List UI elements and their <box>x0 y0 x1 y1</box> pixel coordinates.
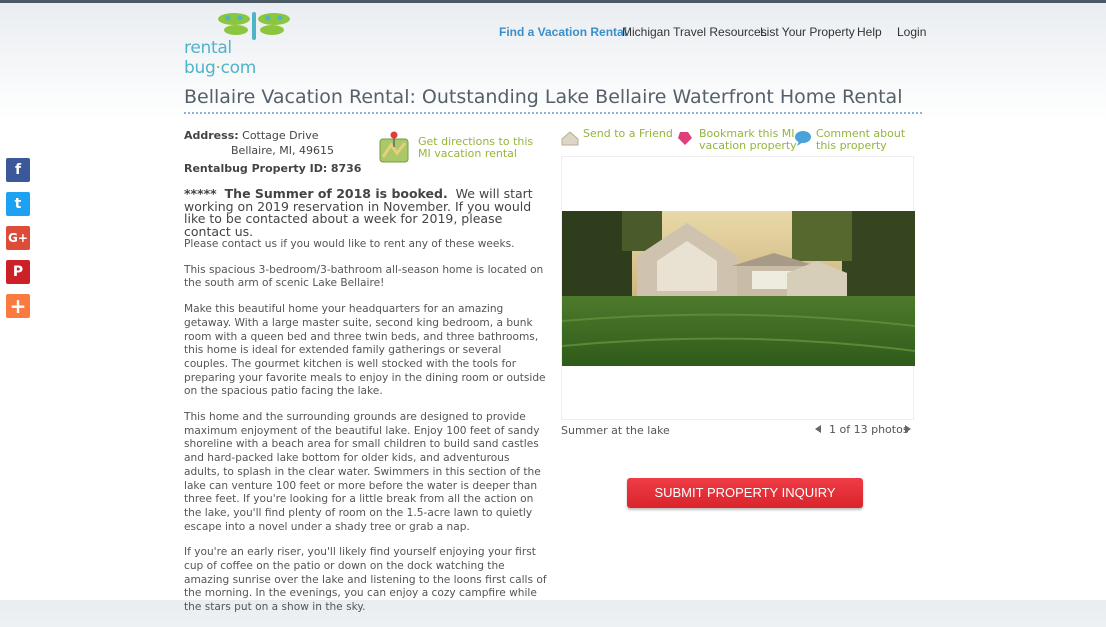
facebook-share-icon[interactable]: f <box>6 158 30 182</box>
address-line2: Bellaire, MI, 49615 <box>231 144 334 157</box>
previous-photo-icon[interactable] <box>815 425 821 433</box>
next-photo-icon[interactable] <box>905 425 911 433</box>
photo-counter: 1 of 13 photos <box>829 423 909 436</box>
nav-michigan-travel-resources[interactable]: Michigan Travel Resources <box>622 25 767 39</box>
description-paragraph: If you're an early riser, you'll likely … <box>184 546 547 614</box>
nav-list-your-property[interactable]: List Your Property <box>760 25 855 39</box>
logo-wordmark: rental bug·com <box>184 38 256 78</box>
top-border <box>0 0 1106 3</box>
property-id: Rentalbug Property ID: 8736 <box>184 162 362 175</box>
address-line1: Cottage Drive <box>242 129 319 142</box>
map-pin-icon[interactable] <box>379 131 409 163</box>
nav-login[interactable]: Login <box>897 25 926 39</box>
description-paragraph: Make this beautiful home your headquarte… <box>184 303 546 398</box>
directions-link[interactable]: Get directions to this MI vacation renta… <box>418 136 538 160</box>
pinterest-share-icon[interactable]: P <box>6 260 30 284</box>
envelope-icon <box>561 131 579 146</box>
nav-help[interactable]: Help <box>857 25 882 39</box>
address-label: Address: <box>184 129 239 142</box>
submit-inquiry-button[interactable]: SUBMIT PROPERTY INQUIRY <box>627 478 863 508</box>
googleplus-share-icon[interactable]: G+ <box>6 226 30 250</box>
booking-notice: ***** The Summer of 2018 is booked. We w… <box>184 186 533 239</box>
more-share-icon[interactable]: + <box>6 294 30 318</box>
twitter-share-icon[interactable]: t <box>6 192 30 216</box>
title-divider <box>184 112 922 114</box>
photo-gallery <box>561 156 915 420</box>
property-photo[interactable] <box>562 211 915 366</box>
property-description: ***** The Summer of 2018 is booked. We w… <box>184 186 548 627</box>
site-logo[interactable]: rental bug·com <box>184 10 304 78</box>
description-paragraph: This home and the surrounding grounds ar… <box>184 411 541 533</box>
booking-notice-contact: Please contact us if you would like to r… <box>184 238 515 250</box>
page-title: Bellaire Vacation Rental: Outstanding La… <box>184 86 903 108</box>
speech-bubble-icon <box>795 131 811 146</box>
bookmark-pin-icon <box>678 132 692 145</box>
description-paragraph: This spacious 3-bedroom/3-bathroom all-s… <box>184 263 544 290</box>
dragonfly-icon <box>218 12 290 40</box>
nav-find-vacation-rental[interactable]: Find a Vacation Rental <box>499 25 627 39</box>
photo-caption: Summer at the lake <box>561 424 670 437</box>
